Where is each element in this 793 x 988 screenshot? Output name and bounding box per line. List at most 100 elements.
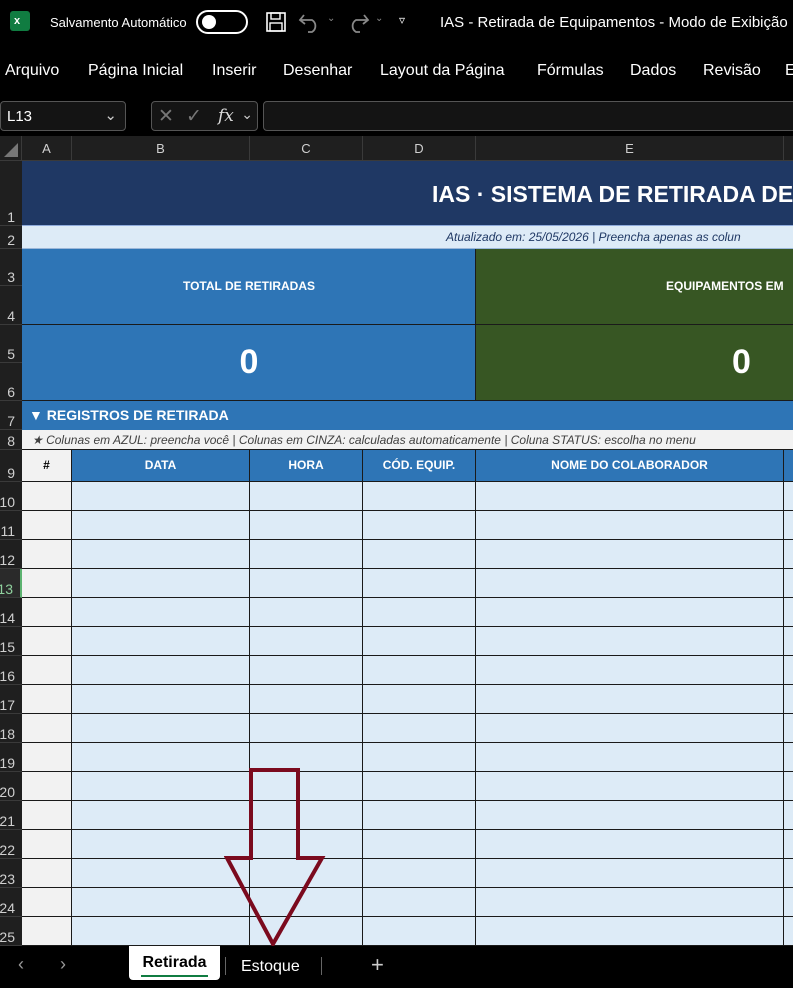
sheet-tabs-bar: ‹ › Retirada Estoque + [0, 946, 793, 988]
next-column[interactable] [784, 482, 793, 946]
nome-colaborador-column[interactable] [476, 482, 784, 946]
confirm-icon[interactable]: ✓ [186, 105, 202, 128]
formula-actions: ✕ ✓ fx ⌄ [151, 101, 258, 131]
redo-dropdown-icon[interactable]: ⌄ [375, 13, 383, 24]
row-header-4[interactable]: 4 [0, 286, 22, 325]
row-header-25[interactable]: 25 [0, 917, 22, 946]
autosave-label: Salvamento Automático [50, 15, 187, 30]
updated-text: Atualizado em: 25/05/2026 | Preencha ape… [446, 230, 741, 244]
undo-icon[interactable] [298, 11, 322, 33]
chevron-left-icon[interactable]: ‹ [18, 954, 24, 975]
kpi-total-label: TOTAL DE RETIRADAS [182, 279, 315, 293]
row-header-7[interactable]: 7 [0, 401, 22, 430]
row-header-2[interactable]: 2 [0, 226, 22, 249]
row-header-22[interactable]: 22 [0, 830, 22, 859]
row-header-11[interactable]: 11 [0, 511, 22, 540]
row-header-12[interactable]: 12 [0, 540, 22, 569]
chevron-right-icon[interactable]: › [60, 954, 66, 975]
menu-pagina-inicial[interactable]: Página Inicial [88, 62, 183, 80]
sheet-tab-retirada[interactable]: Retirada [129, 946, 220, 980]
autosave-toggle[interactable] [196, 10, 248, 34]
header-nome-colaborador[interactable]: NOME DO COLABORADOR [476, 450, 784, 482]
row-header-24[interactable]: 24 [0, 888, 22, 917]
row-header-16[interactable]: 16 [0, 656, 22, 685]
legend-note[interactable]: ★ Colunas em AZUL: preencha você | Colun… [22, 430, 793, 450]
row-header-17[interactable]: 17 [0, 685, 22, 714]
customize-toolbar-icon[interactable]: ▿ [399, 13, 405, 27]
row-header-19[interactable]: 19 [0, 743, 22, 772]
column-header-e[interactable]: E [476, 136, 784, 161]
row-header-14[interactable]: 14 [0, 598, 22, 627]
formula-input[interactable] [263, 101, 793, 131]
row-header-23[interactable]: 23 [0, 859, 22, 888]
cod-equip-column[interactable] [363, 482, 476, 946]
redo-icon[interactable] [346, 11, 370, 33]
sheet-tab-retirada-label: Retirada [142, 954, 207, 971]
column-header-f[interactable] [784, 136, 793, 161]
row-header-6[interactable]: 6 [0, 363, 22, 401]
header-cod-equip[interactable]: CÓD. EQUIP. [363, 450, 476, 482]
section-title: ▼ REGISTROS DE RETIRADA [29, 407, 229, 423]
save-icon[interactable] [265, 11, 287, 33]
tab-divider [321, 957, 322, 975]
kpi-in-use-value-cell[interactable]: 0 [476, 325, 793, 401]
menu-formulas[interactable]: Fórmulas [537, 62, 604, 80]
menu-dados[interactable]: Dados [630, 62, 676, 80]
menu-more[interactable]: E [785, 62, 793, 80]
insert-function-icon[interactable]: fx [218, 106, 234, 126]
sheet-tab-estoque[interactable]: Estoque [241, 958, 300, 976]
section-header[interactable]: ▼ REGISTROS DE RETIRADA [22, 401, 793, 430]
column-header-b[interactable]: B [72, 136, 250, 161]
row-header-1[interactable]: 1 [0, 161, 22, 226]
kpi-in-use-label: EQUIPAMENTOS EM [666, 279, 784, 293]
row-header-21[interactable]: 21 [0, 801, 22, 830]
header-hora[interactable]: HORA [250, 450, 363, 482]
title-bar: x Salvamento Automático ⌄ ⌄ ▿ IAS - Reti… [0, 0, 793, 46]
header-index[interactable]: # [22, 450, 72, 482]
kpi-total-label-cell[interactable]: TOTAL DE RETIRADAS [22, 249, 476, 325]
kpi-in-use-label-cell[interactable]: EQUIPAMENTOS EM [476, 249, 793, 325]
row-header-8[interactable]: 8 [0, 430, 22, 450]
cancel-icon[interactable]: ✕ [158, 105, 174, 128]
active-tab-indicator [141, 975, 208, 977]
undo-dropdown-icon[interactable]: ⌄ [327, 13, 335, 24]
header-data[interactable]: DATA [72, 450, 250, 482]
row-header-13[interactable]: 13 [0, 569, 22, 598]
name-box[interactable]: L13 ⌄ [0, 101, 126, 131]
spreadsheet-grid: A B C D E 1 2 3 4 5 6 7 8 9 10 11 12 13 … [0, 136, 793, 946]
row-header-15[interactable]: 15 [0, 627, 22, 656]
updated-info[interactable]: Atualizado em: 25/05/2026 | Preencha ape… [22, 226, 793, 249]
toggle-knob [202, 15, 216, 29]
row-header-10[interactable]: 10 [0, 482, 22, 511]
select-all-corner[interactable] [0, 136, 22, 161]
row-header-20[interactable]: 20 [0, 772, 22, 801]
add-sheet-icon[interactable]: + [371, 952, 384, 978]
kpi-total-value: 0 [239, 343, 259, 381]
row-header-9[interactable]: 9 [0, 450, 22, 482]
menu-layout-pagina[interactable]: Layout da Página [380, 62, 505, 80]
menu-arquivo[interactable]: Arquivo [5, 62, 59, 80]
header-next[interactable] [784, 450, 793, 482]
chevron-down-icon[interactable]: ⌄ [104, 106, 117, 124]
kpi-in-use-value: 0 [732, 343, 751, 381]
row-header-3[interactable]: 3 [0, 249, 22, 286]
excel-logo-letter: x [14, 15, 21, 27]
kpi-total-value-cell[interactable]: 0 [22, 325, 476, 401]
column-header-a[interactable]: A [22, 136, 72, 161]
tab-divider [225, 957, 226, 975]
window-title: IAS - Retirada de Equipamentos - Modo de… [440, 14, 788, 31]
sheet-title-banner[interactable]: IAS · SISTEMA DE RETIRADA DE [22, 161, 793, 226]
row-header-5[interactable]: 5 [0, 325, 22, 363]
select-all-icon [4, 143, 18, 157]
chevron-down-icon[interactable]: ⌄ [241, 106, 253, 123]
menu-desenhar[interactable]: Desenhar [283, 62, 352, 80]
row-header-18[interactable]: 18 [0, 714, 22, 743]
down-arrow-annotation [224, 768, 326, 946]
column-header-c[interactable]: C [250, 136, 363, 161]
menu-revisao[interactable]: Revisão [703, 62, 761, 80]
table-row-index[interactable] [22, 482, 72, 946]
menu-inserir[interactable]: Inserir [212, 62, 256, 80]
column-header-d[interactable]: D [363, 136, 476, 161]
sheet-title: IAS · SISTEMA DE RETIRADA DE [432, 181, 793, 207]
formula-bar: L13 ⌄ ✕ ✓ fx ⌄ [0, 98, 793, 136]
